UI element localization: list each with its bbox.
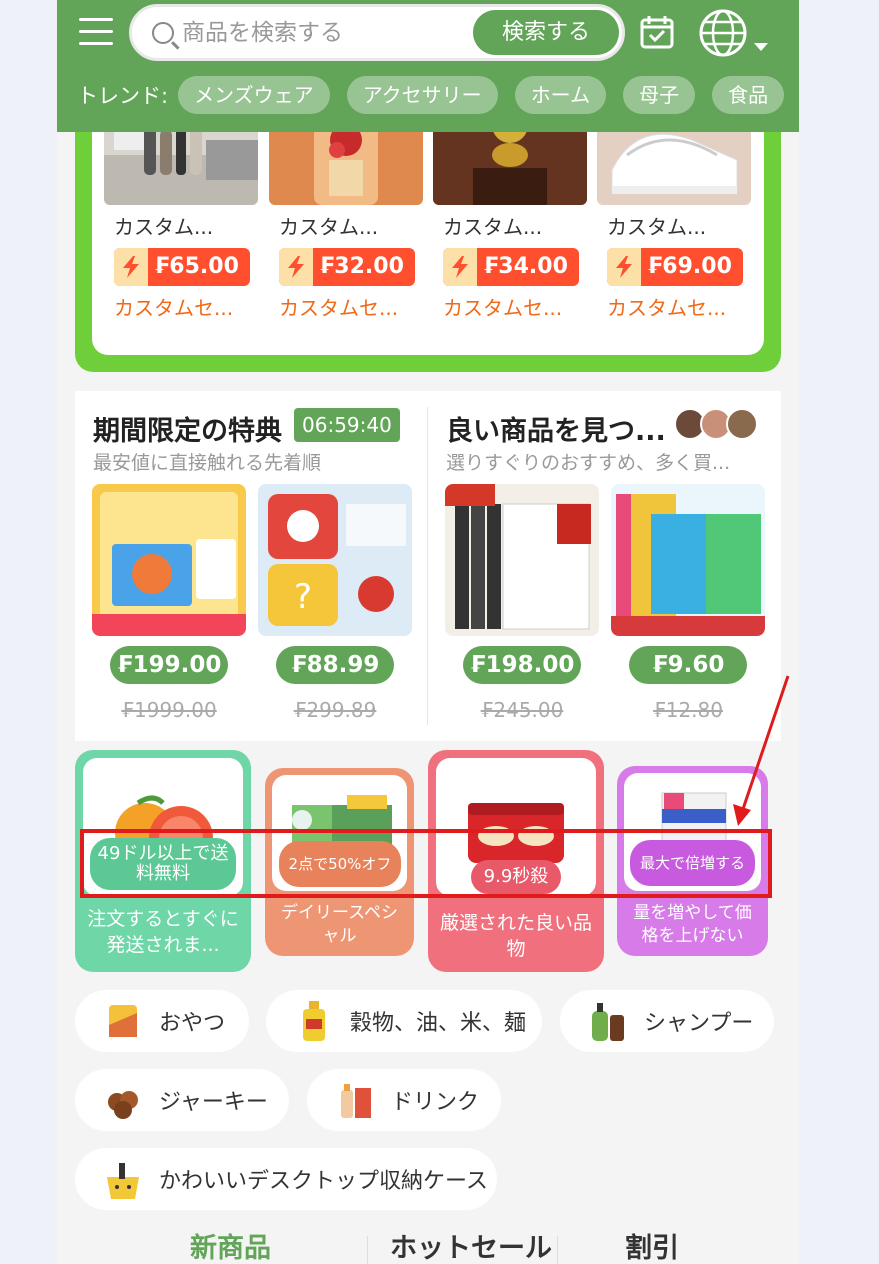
section-title: 良い商品を見つ...	[446, 416, 666, 447]
storage-case-icon	[107, 1163, 139, 1199]
lightning-icon	[288, 256, 304, 278]
chip-label: 穀物、油、米、麺	[350, 1011, 527, 1036]
chip-jerky[interactable]: ジャーキー	[75, 1069, 289, 1131]
deal-product[interactable]: ₣198.00 ₣245.00	[445, 484, 599, 722]
product-subtitle: カスタムセ...	[114, 296, 234, 320]
product-card[interactable]: カスタム... ₣34.00 カスタムセ...	[433, 100, 587, 321]
deal-price: ₣198.00	[463, 646, 581, 684]
trend-chip-home[interactable]: ホーム	[514, 76, 607, 114]
original-price: ₣299.89	[293, 698, 377, 722]
top-header: 検索する トレンド: メンズウェア アクセサリー ホーム 母子 食品	[57, 0, 799, 132]
flash-sale-list: カスタム... ₣65.00 カスタムセ... カスタム... ₣32.00 カ…	[92, 100, 764, 355]
deal-product[interactable]: ₣199.00 ₣1999.00	[92, 484, 246, 722]
flash-price-tag: ₣34.00	[443, 248, 579, 286]
countdown-timer: 06:59:40	[294, 408, 400, 442]
product-subtitle: カスタムセ...	[443, 296, 563, 320]
trend-tags: トレンド: メンズウェア アクセサリー ホーム 母子 食品	[77, 76, 799, 114]
app-page: 検索する トレンド: メンズウェア アクセサリー ホーム 母子 食品	[57, 0, 799, 1264]
search-bar: 検索する	[129, 4, 625, 61]
category-text: 注文するとすぐに発送されま...	[87, 908, 239, 956]
original-price: ₣12.80	[653, 698, 723, 722]
product-name: カスタム...	[114, 215, 214, 239]
deal-product[interactable]: ? ₣88.99 ₣299.89	[258, 484, 412, 722]
chip-snacks[interactable]: おやつ	[75, 990, 249, 1052]
product-image: ?	[258, 484, 412, 636]
chip-storage-case[interactable]: かわいいデスクトップ収納ケース	[75, 1148, 497, 1210]
deal-price: ₣199.00	[110, 646, 228, 684]
search-icon	[152, 22, 174, 44]
category-text: デイリースペシャル	[281, 903, 398, 946]
flash-price-tag: ₣69.00	[607, 248, 743, 286]
product-image	[445, 484, 599, 636]
product-image	[611, 484, 765, 636]
trend-chip-food[interactable]: 食品	[712, 76, 785, 114]
limited-offer-section: 期間限定の特典 06:59:40 最安値に直接触れる先着順 ₣199.00 ₣1…	[75, 391, 427, 741]
deal-price: ₣9.60	[629, 646, 747, 684]
drink-icon	[341, 1084, 371, 1118]
chip-label: ジャーキー	[159, 1090, 268, 1115]
tab-hot-sale[interactable]: ホットセール	[390, 1226, 552, 1264]
chip-drinks[interactable]: ドリンク	[307, 1069, 501, 1131]
flash-sale-section: カスタム... ₣65.00 カスタムセ... カスタム... ₣32.00 カ…	[75, 100, 781, 372]
shampoo-icon	[592, 1003, 624, 1041]
product-price: ₣34.00	[483, 254, 568, 279]
section-subtitle: 最安値に直接触れる先着順	[93, 452, 322, 474]
chip-label: ドリンク	[391, 1090, 480, 1115]
svg-text:?: ?	[294, 577, 312, 617]
lightning-icon	[616, 256, 632, 278]
chip-label: おやつ	[159, 1011, 226, 1036]
product-price: ₣69.00	[647, 254, 732, 279]
search-button[interactable]: 検索する	[473, 10, 619, 55]
chevron-down-icon[interactable]	[754, 43, 768, 51]
category-text: 厳選された良い品物	[439, 912, 592, 960]
product-name: カスタム...	[607, 215, 707, 239]
flash-price-tag: ₣65.00	[114, 248, 250, 286]
chip-label: シャンプー	[644, 1011, 754, 1036]
globe-language-icon[interactable]	[698, 8, 748, 58]
chip-label: かわいいデスクトップ収納ケース	[159, 1169, 488, 1194]
product-tabs: 新商品 ホットセール 割引	[57, 1222, 799, 1264]
user-avatars	[674, 408, 758, 440]
product-subtitle: カスタムセ...	[607, 296, 727, 320]
avatar	[726, 408, 758, 440]
chip-grain-oil[interactable]: 穀物、油、米、麺	[266, 990, 542, 1052]
deal-product[interactable]: ₣9.60 ₣12.80	[611, 484, 765, 722]
product-image	[92, 484, 246, 636]
product-name: カスタム...	[443, 215, 543, 239]
trend-chip-accessories[interactable]: アクセサリー	[346, 76, 498, 114]
tab-new-products[interactable]: 新商品	[190, 1226, 271, 1264]
search-input[interactable]	[182, 17, 462, 49]
trend-chip-menswear[interactable]: メンズウェア	[178, 76, 330, 114]
section-title: 期間限定の特典	[93, 416, 282, 447]
jerky-icon	[108, 1091, 138, 1119]
product-card[interactable]: カスタム... ₣65.00 カスタムセ...	[104, 100, 258, 321]
trend-chip-baby[interactable]: 母子	[623, 76, 696, 114]
product-price: ₣32.00	[319, 254, 404, 279]
flash-price-tag: ₣32.00	[279, 248, 415, 286]
highlight-box	[80, 829, 772, 898]
product-name: カスタム...	[279, 215, 379, 239]
lightning-icon	[123, 256, 139, 278]
calendar-check-icon[interactable]	[639, 14, 675, 50]
tab-divider	[557, 1236, 558, 1264]
chip-shampoo[interactable]: シャンプー	[560, 990, 774, 1052]
original-price: ₣1999.00	[121, 698, 217, 722]
recommend-section: 良い商品を見つ... 選りすぐりのおすすめ、多く買... ₣198.00 ₣24…	[428, 391, 781, 741]
product-card[interactable]: カスタム... ₣32.00 カスタムセ...	[269, 100, 423, 321]
tab-discount[interactable]: 割引	[625, 1226, 679, 1264]
product-price: ₣65.00	[154, 254, 239, 279]
trend-label: トレンド:	[77, 84, 169, 108]
product-card[interactable]: カスタム... ₣69.00 カスタムセ...	[597, 100, 751, 321]
deals-card: 期間限定の特典 06:59:40 最安値に直接触れる先着順 ₣199.00 ₣1…	[75, 391, 781, 741]
section-subtitle: 選りすぐりのおすすめ、多く買...	[446, 452, 731, 474]
tab-divider	[367, 1236, 368, 1264]
hamburger-menu-icon[interactable]	[79, 18, 113, 46]
deal-price: ₣88.99	[276, 646, 394, 684]
original-price: ₣245.00	[480, 698, 564, 722]
product-subtitle: カスタムセ...	[279, 296, 399, 320]
snack-icon	[109, 1005, 137, 1037]
category-text: 量を増やして価格を上げない	[633, 903, 752, 946]
oil-bottle-icon	[303, 1001, 325, 1041]
lightning-icon	[452, 256, 468, 278]
